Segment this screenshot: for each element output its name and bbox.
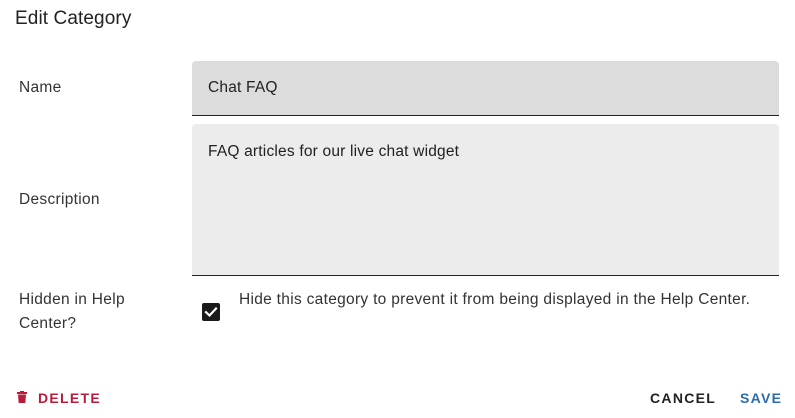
- description-field[interactable]: FAQ articles for our live chat widget: [192, 124, 779, 276]
- description-label: Description: [19, 191, 100, 208]
- cancel-button[interactable]: CANCEL: [650, 389, 716, 407]
- hidden-help-text: Hide this category to prevent it from be…: [239, 291, 751, 308]
- hidden-label-line1: Hidden in Help: [19, 291, 125, 308]
- dialog-title: Edit Category: [15, 8, 132, 29]
- checkmark-icon: [204, 306, 218, 318]
- hidden-label: Hidden in Help Center?: [19, 288, 125, 336]
- description-field-value[interactable]: FAQ articles for our live chat widget: [208, 141, 459, 163]
- save-button[interactable]: SAVE: [740, 389, 782, 407]
- edit-category-dialog: Edit Category Name Chat FAQ Description …: [0, 0, 795, 418]
- trash-icon: [17, 389, 27, 407]
- name-label: Name: [19, 79, 62, 96]
- delete-button-label: DELETE: [38, 390, 102, 406]
- name-field-value[interactable]: Chat FAQ: [208, 77, 278, 99]
- hidden-checkbox[interactable]: [202, 303, 220, 321]
- hidden-label-line2: Center?: [19, 315, 77, 332]
- name-field[interactable]: Chat FAQ: [192, 61, 779, 116]
- delete-button[interactable]: DELETE: [17, 389, 101, 407]
